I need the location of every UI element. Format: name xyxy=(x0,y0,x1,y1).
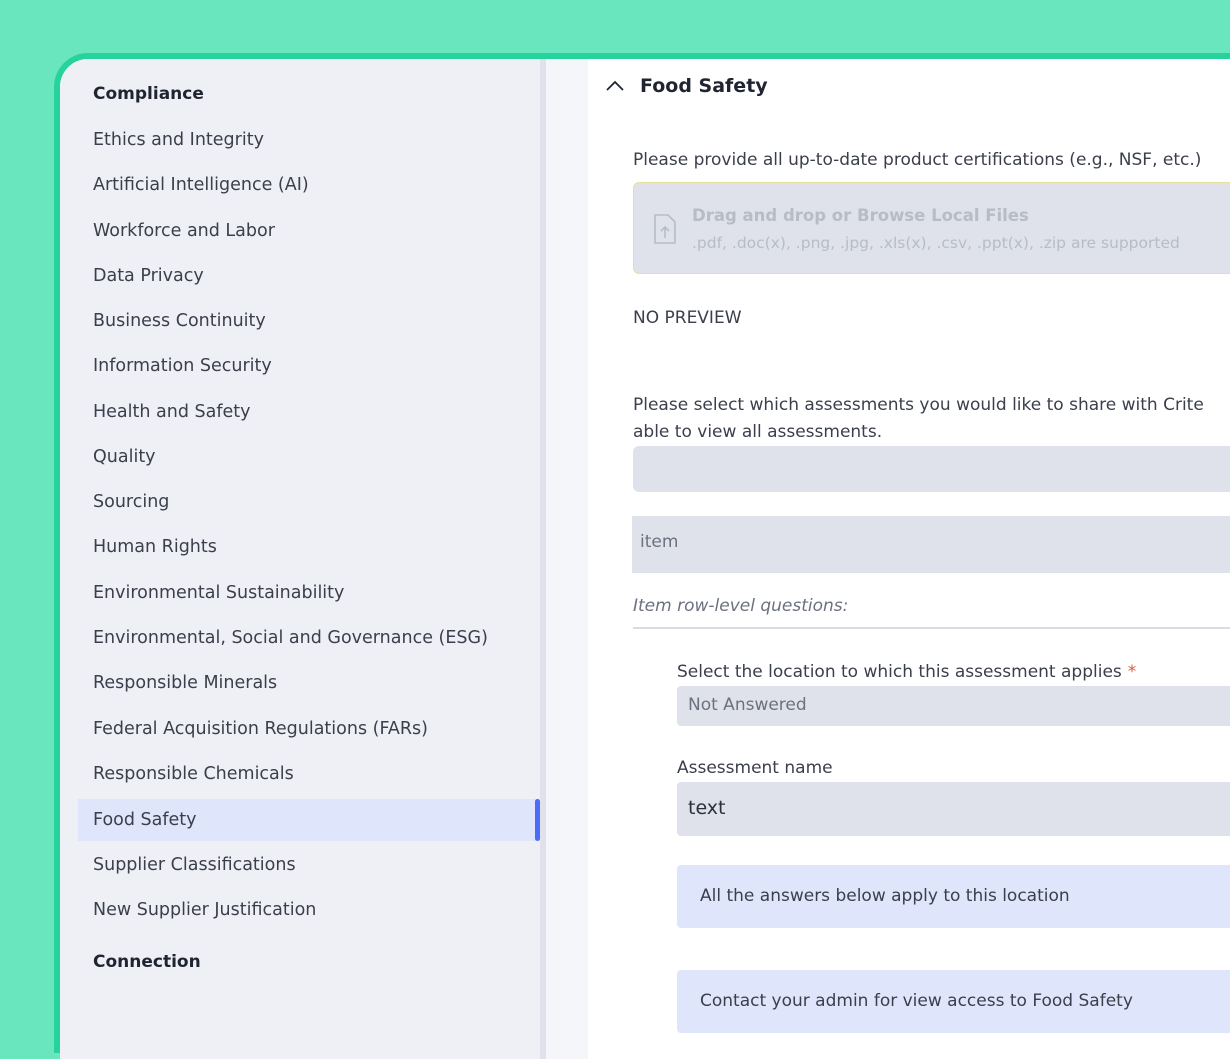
certifications-question: Please provide all up-to-date product ce… xyxy=(633,150,1202,170)
row-level-questions-label: Item row-level questions: xyxy=(633,596,849,616)
sidebar-item-data-privacy[interactable]: Data Privacy xyxy=(78,255,540,297)
sidebar-item-artificial-intelligence[interactable]: Artificial Intelligence (AI) xyxy=(78,164,540,206)
sidebar-item-ethics-and-integrity[interactable]: Ethics and Integrity xyxy=(78,119,540,161)
assessments-select[interactable] xyxy=(633,446,1230,492)
dropzone-supported-formats: .pdf, .doc(x), .png, .jpg, .xls(x), .csv… xyxy=(692,234,1180,252)
sidebar-item-health-and-safety[interactable]: Health and Safety xyxy=(78,391,540,433)
sidebar-item-business-continuity[interactable]: Business Continuity xyxy=(78,300,540,342)
contact-admin-text: Contact your admin for view access to Fo… xyxy=(700,991,1133,1011)
location-info-text: All the answers below apply to this loca… xyxy=(700,886,1070,906)
assessment-name-value: text xyxy=(688,797,726,819)
sidebar-item-human-rights[interactable]: Human Rights xyxy=(78,526,540,568)
app-window: Compliance Ethics and Integrity Artifici… xyxy=(60,59,1230,1059)
sidebar-item-information-security[interactable]: Information Security xyxy=(78,345,540,387)
location-question-label: Select the location to which this assess… xyxy=(677,662,1136,682)
sidebar: Compliance Ethics and Integrity Artifici… xyxy=(60,59,546,1059)
location-select-value: Not Answered xyxy=(688,695,807,715)
item-field[interactable] xyxy=(632,516,1230,573)
required-asterisk: * xyxy=(1127,662,1137,682)
dropzone-title[interactable]: Drag and drop or Browse Local Files xyxy=(692,206,1029,225)
sidebar-item-responsible-minerals[interactable]: Responsible Minerals xyxy=(78,662,540,704)
sidebar-group-compliance: Compliance xyxy=(93,84,204,104)
content-gutter xyxy=(546,59,588,1059)
assessment-name-input[interactable] xyxy=(677,782,1230,836)
assessment-name-label: Assessment name xyxy=(677,758,833,778)
sidebar-item-environmental-sustainability[interactable]: Environmental Sustainability xyxy=(78,572,540,614)
location-question-text: Select the location to which this assess… xyxy=(677,662,1122,682)
sidebar-item-sourcing[interactable]: Sourcing xyxy=(78,481,540,523)
section-header-food-safety[interactable]: Food Safety xyxy=(604,75,768,97)
item-field-text: item xyxy=(640,532,679,552)
file-dropzone[interactable]: Drag and drop or Browse Local Files .pdf… xyxy=(633,182,1230,274)
sidebar-item-fars[interactable]: Federal Acquisition Regulations (FARs) xyxy=(78,708,540,750)
sidebar-item-responsible-chemicals[interactable]: Responsible Chemicals xyxy=(78,753,540,795)
file-upload-icon xyxy=(654,214,676,244)
section-title: Food Safety xyxy=(640,75,768,97)
sidebar-item-workforce-and-labor[interactable]: Workforce and Labor xyxy=(78,210,540,252)
sidebar-item-new-supplier-justification[interactable]: New Supplier Justification xyxy=(78,889,540,931)
sidebar-item-supplier-classifications[interactable]: Supplier Classifications xyxy=(78,844,540,886)
sidebar-item-esg[interactable]: Environmental, Social and Governance (ES… xyxy=(78,617,540,659)
row-level-divider xyxy=(633,627,1230,629)
sidebar-item-food-safety[interactable]: Food Safety xyxy=(78,799,540,841)
share-question-line2: able to view all assessments. xyxy=(633,422,883,442)
sidebar-item-quality[interactable]: Quality xyxy=(78,436,540,478)
no-preview-label: NO PREVIEW xyxy=(633,308,742,328)
share-question-line1: Please select which assessments you woul… xyxy=(633,395,1204,415)
chevron-up-icon xyxy=(606,80,624,91)
sidebar-group-connection: Connection xyxy=(93,952,201,972)
